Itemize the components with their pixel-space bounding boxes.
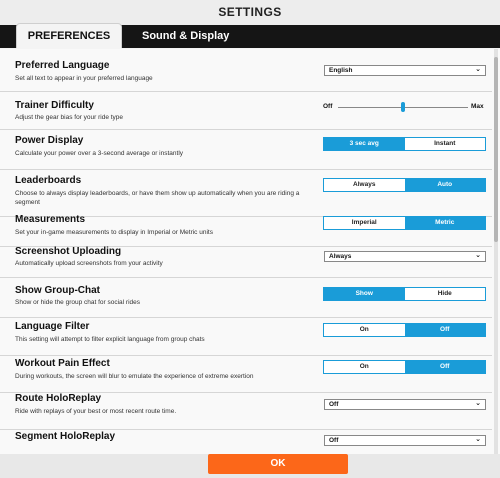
setting-row-measurements: Measurements Set your in-game measuremen… bbox=[0, 214, 492, 247]
slider-max-label: Max bbox=[471, 103, 484, 110]
setting-label: Show Group-Chat bbox=[15, 285, 100, 296]
dropdown-value: Always bbox=[329, 253, 352, 260]
setting-row-show-group-chat: Show Group-Chat Show or hide the group c… bbox=[0, 278, 492, 318]
language-filter-toggle[interactable]: On Off bbox=[323, 323, 486, 337]
setting-label: Segment HoloReplay bbox=[15, 431, 116, 442]
dropdown-value: English bbox=[329, 67, 353, 74]
setting-label: Route HoloReplay bbox=[15, 393, 102, 404]
language-dropdown[interactable]: English ⌄ bbox=[324, 65, 486, 76]
setting-description: Set your in-game measurements to display… bbox=[15, 229, 213, 236]
tab-preferences[interactable]: PREFERENCES bbox=[16, 23, 122, 48]
setting-description: Automatically upload screenshots from yo… bbox=[15, 260, 163, 267]
dropdown-value: Off bbox=[329, 401, 339, 408]
option-3sec-avg[interactable]: 3 sec avg bbox=[324, 138, 405, 150]
option-show[interactable]: Show bbox=[324, 288, 405, 300]
power-display-toggle[interactable]: 3 sec avg Instant bbox=[323, 137, 486, 151]
option-metric[interactable]: Metric bbox=[404, 217, 485, 229]
option-on[interactable]: On bbox=[324, 361, 405, 373]
option-on[interactable]: On bbox=[324, 324, 405, 336]
option-always[interactable]: Always bbox=[324, 179, 405, 191]
setting-row-segment-holoreplay: Segment HoloReplay Off ⌄ bbox=[0, 430, 492, 454]
leaderboards-toggle[interactable]: Always Auto bbox=[323, 178, 486, 192]
option-off[interactable]: Off bbox=[404, 361, 485, 373]
dropdown-value: Off bbox=[329, 437, 339, 444]
segment-holoreplay-dropdown[interactable]: Off ⌄ bbox=[324, 435, 486, 446]
ok-button[interactable]: OK bbox=[208, 454, 348, 474]
setting-description: Ride with replays of your best or most r… bbox=[15, 408, 177, 415]
setting-label: Language Filter bbox=[15, 321, 90, 332]
option-imperial[interactable]: Imperial bbox=[324, 217, 405, 229]
tab-sound-display[interactable]: Sound & Display bbox=[142, 25, 229, 48]
measurements-toggle[interactable]: Imperial Metric bbox=[323, 216, 486, 230]
setting-row-leaderboards: Leaderboards Choose to always display le… bbox=[0, 170, 492, 217]
setting-row-route-holoreplay: Route HoloReplay Ride with replays of yo… bbox=[0, 393, 492, 430]
setting-description: This setting will attempt to filter expl… bbox=[15, 336, 205, 343]
group-chat-toggle[interactable]: Show Hide bbox=[323, 287, 486, 301]
setting-label: Preferred Language bbox=[15, 60, 110, 71]
setting-description: Show or hide the group chat for social r… bbox=[15, 299, 141, 306]
option-instant[interactable]: Instant bbox=[405, 138, 486, 150]
slider-handle[interactable] bbox=[401, 102, 405, 112]
setting-row-power-display: Power Display Calculate your power over … bbox=[0, 130, 492, 170]
setting-description: Calculate your power over a 3-second ave… bbox=[15, 150, 184, 157]
header-bar: SETTINGS PREFERENCES Sound & Display bbox=[0, 0, 500, 48]
setting-description: Choose to always display leaderboards, o… bbox=[15, 190, 300, 206]
route-holoreplay-dropdown[interactable]: Off ⌄ bbox=[324, 399, 486, 410]
setting-description: Set all text to appear in your preferred… bbox=[15, 75, 153, 82]
setting-row-trainer-difficulty: Trainer Difficulty Adjust the gear bias … bbox=[0, 92, 492, 130]
tab-bar: PREFERENCES Sound & Display bbox=[0, 23, 500, 48]
setting-description: Adjust the gear bias for your ride type bbox=[15, 114, 124, 121]
settings-list[interactable]: Preferred Language Set all text to appea… bbox=[0, 49, 500, 454]
workout-pain-effect-toggle[interactable]: On Off bbox=[323, 360, 486, 374]
setting-label: Power Display bbox=[15, 135, 84, 146]
setting-label: Screenshot Uploading bbox=[15, 246, 122, 257]
setting-label: Leaderboards bbox=[15, 175, 82, 186]
scrollbar[interactable] bbox=[494, 49, 498, 454]
chevron-down-icon: ⌄ bbox=[475, 66, 481, 73]
setting-row-workout-pain-effect: Workout Pain Effect During workouts, the… bbox=[0, 356, 492, 393]
setting-description: During workouts, the screen will blur to… bbox=[15, 373, 254, 380]
setting-row-language-filter: Language Filter This setting will attemp… bbox=[0, 318, 492, 356]
screenshot-uploading-dropdown[interactable]: Always ⌄ bbox=[324, 251, 486, 262]
chevron-down-icon: ⌄ bbox=[475, 252, 481, 259]
chevron-down-icon: ⌄ bbox=[475, 400, 481, 407]
option-hide[interactable]: Hide bbox=[405, 288, 486, 300]
scrollbar-thumb[interactable] bbox=[494, 57, 498, 242]
setting-label: Measurements bbox=[15, 214, 86, 225]
chevron-down-icon: ⌄ bbox=[475, 436, 481, 443]
setting-label: Trainer Difficulty bbox=[15, 100, 94, 111]
setting-label: Workout Pain Effect bbox=[15, 358, 110, 369]
setting-row-preferred-language: Preferred Language Set all text to appea… bbox=[0, 49, 492, 92]
page-title: SETTINGS bbox=[218, 5, 282, 19]
slider-min-label: Off bbox=[323, 103, 333, 110]
option-off[interactable]: Off bbox=[404, 324, 485, 336]
option-auto[interactable]: Auto bbox=[404, 179, 485, 191]
setting-row-screenshot-uploading: Screenshot Uploading Automatically uploa… bbox=[0, 246, 492, 278]
